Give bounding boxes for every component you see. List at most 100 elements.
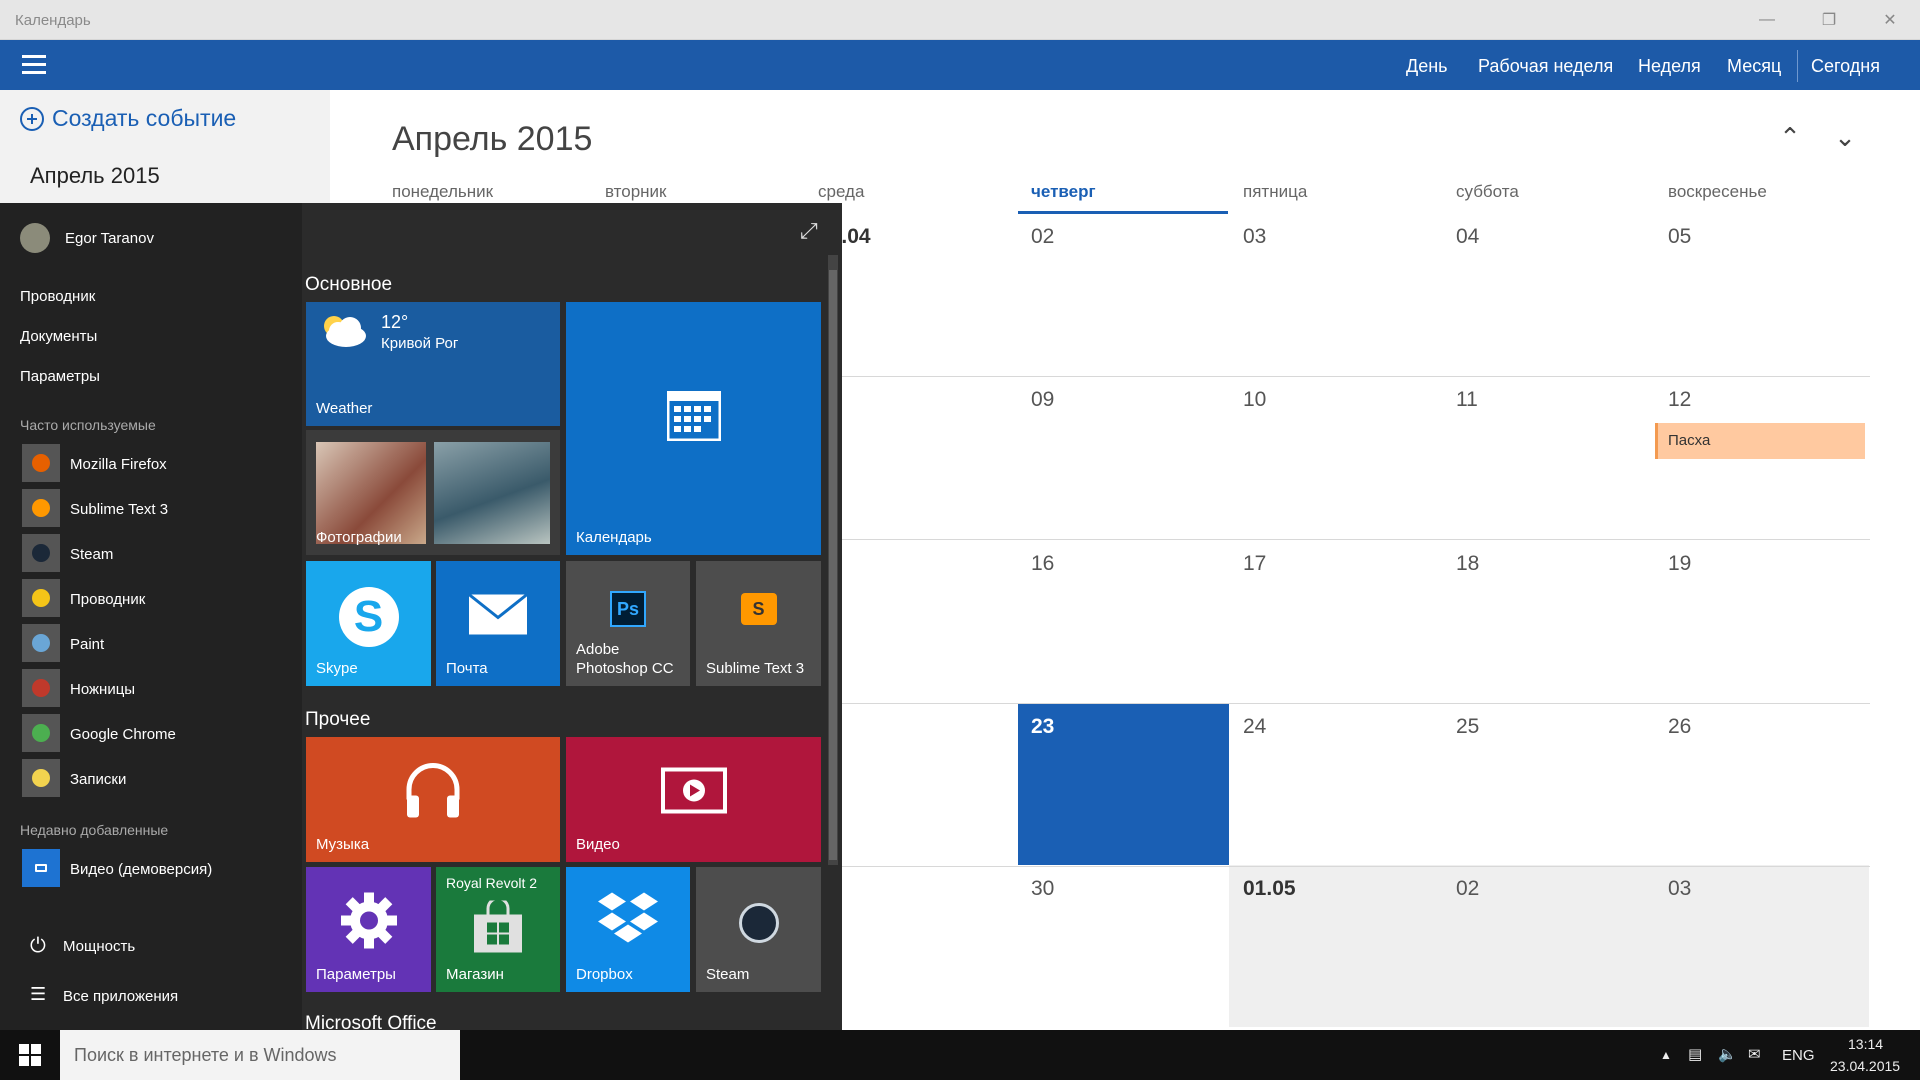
user-avatar[interactable]	[20, 223, 50, 253]
most-used-app-icon	[22, 444, 60, 482]
tile-mail-label: Почта	[446, 660, 488, 677]
day-cell-number[interactable]: 02	[1031, 225, 1054, 249]
day-cell-number[interactable]: 05	[1668, 225, 1691, 249]
place-documents[interactable]: Документы	[20, 328, 97, 345]
current-weekday-indicator	[1018, 211, 1228, 214]
tile-steam-label: Steam	[706, 966, 750, 983]
most-used-app-icon	[22, 669, 60, 707]
most-used-app[interactable]: Google Chrome	[70, 726, 176, 743]
create-event-button[interactable]: Создать событие	[20, 105, 236, 132]
minimize-button[interactable]: —	[1742, 0, 1792, 40]
tray-overflow-icon[interactable]: ▲	[1660, 1048, 1672, 1062]
day-cell-number[interactable]: 18	[1456, 552, 1479, 576]
day-cell-number[interactable]: 03	[1243, 225, 1266, 249]
most-used-app[interactable]: Mozilla Firefox	[70, 456, 167, 473]
mail-icon	[468, 593, 528, 641]
tile-weather[interactable]: 12° Кривой Рог Weather	[306, 302, 560, 426]
tile-calendar[interactable]: Календарь	[566, 302, 821, 555]
tile-photos-label: Фотографии	[316, 529, 402, 546]
nav-today[interactable]: Сегодня	[1811, 56, 1880, 77]
day-cell-number[interactable]: 17	[1243, 552, 1266, 576]
day-cell-number[interactable]: 16	[1031, 552, 1054, 576]
clock-time[interactable]: 13:14	[1848, 1036, 1883, 1052]
day-cell-number[interactable]: 01.05	[1243, 877, 1296, 901]
nav-workweek[interactable]: Рабочая неделя	[1478, 56, 1613, 77]
tile-settings[interactable]: Параметры	[306, 867, 431, 992]
calendar-icon	[666, 390, 721, 442]
skype-icon: S	[338, 587, 399, 648]
tile-steam[interactable]: Steam	[696, 867, 821, 992]
day-cell-number[interactable]: 02	[1456, 877, 1479, 901]
nav-month[interactable]: Месяц	[1727, 56, 1781, 77]
clock-date[interactable]: 23.04.2015	[1830, 1058, 1900, 1074]
day-cell-number[interactable]: 24	[1243, 715, 1266, 739]
day-cell-number[interactable]: 04	[1456, 225, 1479, 249]
day-cell-number[interactable]: 19	[1668, 552, 1691, 576]
tile-store[interactable]: Royal Revolt 2 Магазин	[436, 867, 560, 992]
most-used-app[interactable]: Проводник	[70, 591, 145, 608]
day-cell-number[interactable]: 30	[1031, 877, 1054, 901]
tile-weather-label: Weather	[316, 400, 373, 417]
nav-day[interactable]: День	[1406, 56, 1448, 77]
day-cell-number[interactable]: 25	[1456, 715, 1479, 739]
tile-skype[interactable]: S Skype	[306, 561, 431, 686]
most-used-app[interactable]: Sublime Text 3	[70, 501, 168, 518]
day-cell-number[interactable]: 09	[1031, 388, 1054, 412]
day-cell-number[interactable]: 26	[1668, 715, 1691, 739]
tile-skype-label: Skype	[316, 660, 358, 677]
all-apps-button[interactable]: Все приложения	[63, 988, 178, 1005]
place-explorer[interactable]: Проводник	[20, 288, 95, 305]
nav-separator	[1797, 50, 1798, 82]
power-button[interactable]: Мощность	[63, 938, 135, 955]
tile-photoshop[interactable]: Ps Adobe Photoshop CC	[566, 561, 690, 686]
taskbar-search-box[interactable]: Поиск в интернете и в Windows	[60, 1030, 460, 1080]
gear-icon	[339, 891, 399, 956]
tile-mail[interactable]: Почта	[436, 561, 560, 686]
place-settings[interactable]: Параметры	[20, 368, 100, 385]
tile-dropbox[interactable]: Dropbox	[566, 867, 690, 992]
weekday-header: суббота	[1456, 182, 1519, 201]
event-easter[interactable]: Пасха	[1655, 423, 1865, 459]
start-scrollbar-thumb[interactable]	[829, 270, 837, 860]
tile-video[interactable]: Видео	[566, 737, 821, 862]
most-used-app[interactable]: Ножницы	[70, 681, 135, 698]
tile-photos[interactable]: Фотографии	[306, 430, 560, 555]
nav-week[interactable]: Неделя	[1638, 56, 1701, 77]
video-icon	[660, 767, 727, 819]
network-icon[interactable]: ▤	[1688, 1045, 1702, 1063]
tile-dropbox-label: Dropbox	[576, 966, 633, 983]
weekday-header: среда	[818, 182, 865, 201]
hamburger-menu-button[interactable]	[0, 40, 330, 90]
recent-item-video[interactable]: Видео (демоверсия)	[70, 861, 212, 878]
group-other-title: Прочее	[305, 709, 371, 730]
most-used-app-icon	[22, 759, 60, 797]
restore-button[interactable]: ❐	[1804, 0, 1854, 40]
most-used-app[interactable]: Paint	[70, 636, 104, 653]
photoshop-icon: Ps	[610, 590, 646, 627]
start-button[interactable]	[0, 1030, 60, 1080]
action-center-icon[interactable]: ✉	[1748, 1045, 1761, 1063]
day-cell-number[interactable]: 11	[1456, 388, 1478, 412]
most-used-app[interactable]: Записки	[70, 771, 126, 788]
group-main-title: Основное	[305, 274, 393, 295]
recently-added-header: Недавно добавленные	[20, 822, 169, 838]
close-button[interactable]: ✕	[1865, 0, 1915, 40]
day-cell-number[interactable]: 10	[1243, 388, 1266, 412]
user-name[interactable]: Egor Taranov	[65, 230, 154, 247]
window-title: Календарь	[15, 12, 91, 29]
language-indicator[interactable]: ENG	[1782, 1047, 1815, 1064]
day-cell-number[interactable]: 03	[1668, 877, 1691, 901]
day-cell-number[interactable]: 12	[1668, 388, 1691, 412]
most-used-app[interactable]: Steam	[70, 546, 113, 563]
video-demo-icon	[22, 849, 60, 887]
expand-icon[interactable]: ⤢	[800, 218, 818, 244]
plus-circle-icon	[20, 106, 44, 131]
next-month-button[interactable]: ⌄	[1830, 122, 1860, 152]
next-month-days-bg	[1229, 865, 1869, 1027]
day-cell-number[interactable]: 23	[1031, 715, 1054, 739]
all-apps-icon: ☰	[30, 984, 47, 1004]
tile-sublime[interactable]: S Sublime Text 3	[696, 561, 821, 686]
previous-month-button[interactable]: ⌃	[1775, 122, 1805, 152]
volume-icon[interactable]: 🔈	[1718, 1045, 1737, 1063]
tile-music[interactable]: Музыка	[306, 737, 560, 862]
